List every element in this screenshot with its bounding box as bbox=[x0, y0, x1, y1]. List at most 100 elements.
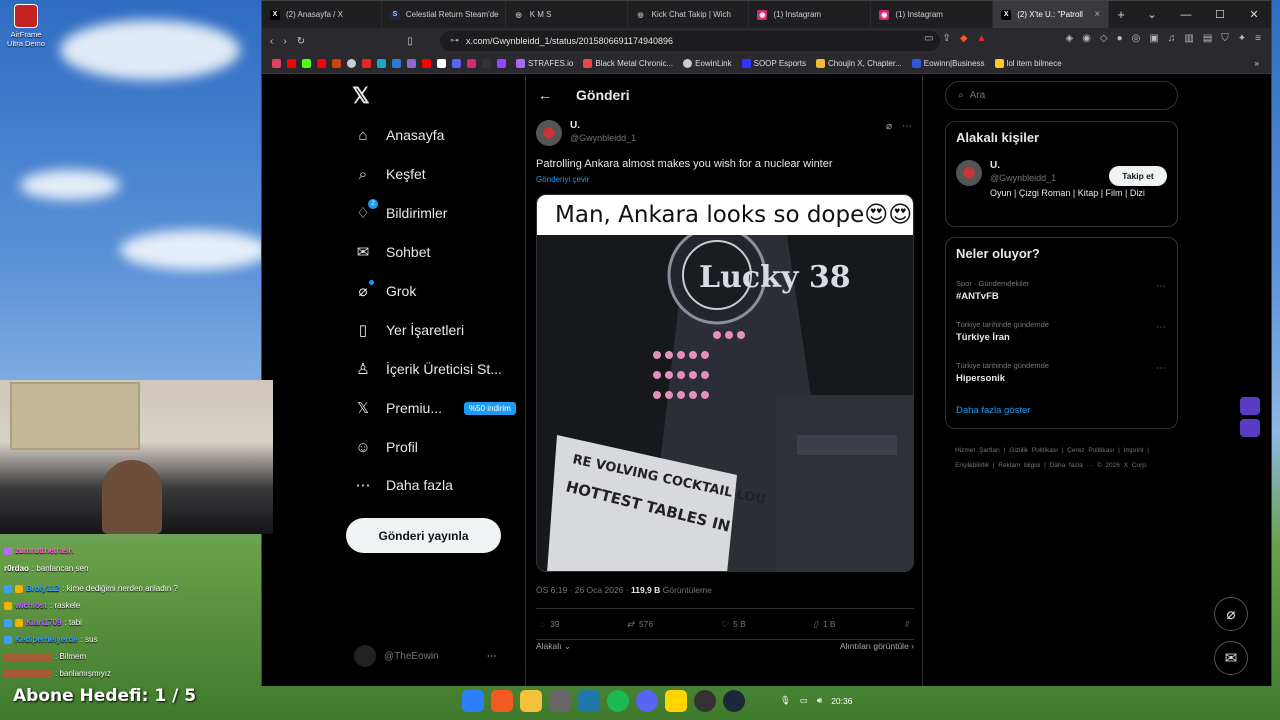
avatar[interactable] bbox=[536, 120, 562, 146]
bookmark-favicon[interactable] bbox=[377, 59, 386, 68]
bookmark-favicon[interactable] bbox=[332, 59, 341, 68]
nav-premium[interactable]: 𝕏 Premiu... %50 indirim bbox=[354, 391, 516, 425]
post-author[interactable]: U. @Gwynbleidd_1 bbox=[536, 120, 636, 146]
bookmark-button[interactable]: ▯ 1 B bbox=[813, 619, 835, 630]
spotify-icon[interactable] bbox=[607, 690, 629, 712]
show-more-link[interactable]: Daha fazla göster bbox=[956, 405, 1030, 416]
leo-icon[interactable]: ✦ bbox=[1238, 33, 1246, 44]
instagram-icon[interactable] bbox=[467, 59, 476, 68]
trend-item[interactable]: Türkiye tarihinde gündemde Hipersonik ⋯ bbox=[956, 361, 1166, 384]
grok-fab-button[interactable]: ⌀ bbox=[1214, 597, 1248, 631]
x-logo-icon[interactable]: 𝕏 bbox=[352, 83, 370, 109]
nav-creator-studio[interactable]: ♙ İçerik Üreticisi St... bbox=[354, 352, 502, 386]
menu-icon[interactable]: ≡ bbox=[1255, 33, 1261, 44]
follow-button[interactable]: Takip et bbox=[1109, 166, 1167, 186]
nav-bookmarks[interactable]: ▯ Yer İşaretleri bbox=[354, 313, 464, 347]
account-switcher[interactable]: @TheEowin ⋯ bbox=[354, 645, 497, 667]
bookmark-item[interactable]: STRAFES.io bbox=[516, 59, 573, 68]
avatar[interactable] bbox=[956, 160, 982, 186]
nav-explore[interactable]: ⌕ Keşfet bbox=[354, 157, 426, 191]
sort-dropdown[interactable]: Alakalı ⌄ bbox=[536, 641, 571, 652]
bookmark-item[interactable]: lol item bilmece bbox=[994, 59, 1062, 68]
extension-icon[interactable]: ▣ bbox=[1149, 33, 1158, 44]
bookmarks-overflow-icon[interactable]: » bbox=[1255, 59, 1259, 68]
youtube-icon[interactable] bbox=[422, 59, 431, 68]
sidebar-icon[interactable]: ▥ bbox=[1184, 33, 1193, 44]
desktop-app-icon[interactable]: AirFrame Ultra Demo bbox=[4, 4, 48, 48]
forward-icon[interactable]: › bbox=[283, 36, 286, 47]
clock[interactable]: 20:36 bbox=[831, 696, 852, 706]
wallet-icon[interactable]: ▤ bbox=[1203, 33, 1212, 44]
bookmark-favicon[interactable] bbox=[362, 59, 371, 68]
tab-x-post[interactable]: X (2) X'te U.: "Patroll × bbox=[993, 1, 1110, 28]
extension-icon[interactable]: ◎ bbox=[1132, 33, 1141, 44]
translate-link[interactable]: Gönderiyi çevir bbox=[536, 175, 589, 184]
vpn-icon[interactable]: ⛉ bbox=[1221, 33, 1229, 44]
nav-profile[interactable]: ☺ Profil bbox=[354, 430, 418, 464]
more-icon[interactable]: ⋯ bbox=[1156, 322, 1166, 333]
extension-icon[interactable]: ◇ bbox=[1100, 33, 1108, 44]
site-info-icon[interactable]: ⊶ bbox=[450, 35, 459, 46]
tab-anasayfa[interactable]: X (2) Anasayfa / X bbox=[262, 1, 382, 28]
volume-icon[interactable]: 🔊︎ bbox=[817, 695, 822, 706]
bookmark-item[interactable]: SOOP Esports bbox=[741, 59, 806, 68]
mic-icon[interactable]: 🎙︎ bbox=[780, 695, 791, 706]
cast-icon[interactable]: ▭ bbox=[924, 33, 933, 44]
brave-icon[interactable] bbox=[491, 690, 513, 712]
globe-icon[interactable] bbox=[347, 59, 356, 68]
reply-button[interactable]: ◌ 39 bbox=[540, 619, 560, 629]
more-icon[interactable]: ⋯ bbox=[902, 121, 912, 132]
trend-item[interactable]: Spor · Gündemdekiler #ANTvFB ⋯ bbox=[956, 279, 1166, 302]
maximize-icon[interactable]: ☐ bbox=[1203, 1, 1237, 28]
nav-chat[interactable]: ✉ Sohbet bbox=[354, 235, 431, 269]
extension-icon[interactable]: ◉ bbox=[1082, 33, 1091, 44]
nav-grok[interactable]: ⌀ Grok bbox=[354, 274, 416, 308]
start-icon[interactable] bbox=[462, 690, 484, 712]
close-window-icon[interactable]: ✕ bbox=[1237, 1, 1271, 28]
grok-icon[interactable]: ⌀ bbox=[886, 121, 892, 132]
search-input[interactable]: ⌕ Ara bbox=[945, 81, 1178, 110]
extension-icon[interactable]: ● bbox=[1117, 33, 1123, 44]
youtube-icon[interactable] bbox=[287, 59, 296, 68]
tab-search-icon[interactable]: ⌄ bbox=[1135, 1, 1169, 28]
kick-icon[interactable] bbox=[302, 59, 311, 68]
repost-button[interactable]: ⇄ 576 bbox=[627, 619, 653, 630]
x-logo-icon[interactable] bbox=[437, 59, 446, 68]
twitch-icon[interactable] bbox=[497, 59, 506, 68]
notes-icon[interactable] bbox=[665, 690, 687, 712]
discord-icon[interactable] bbox=[636, 690, 658, 712]
share-button[interactable]: ⇪ bbox=[903, 619, 910, 630]
messages-fab-button[interactable]: ✉ bbox=[1214, 641, 1248, 675]
new-tab-button[interactable]: + bbox=[1109, 1, 1135, 28]
bookmark-page-icon[interactable]: ▯ bbox=[407, 36, 413, 47]
bookmark-favicon[interactable] bbox=[407, 59, 416, 68]
discord-icon[interactable] bbox=[452, 59, 461, 68]
post-image[interactable]: Man, Ankara looks so dope😍😍 Lucky 38 RE … bbox=[536, 194, 914, 572]
minimize-icon[interactable]: — bbox=[1169, 1, 1203, 28]
tool-icon[interactable] bbox=[549, 690, 571, 712]
url-field[interactable]: ⊶ x.com/Gwynbleidd_1/status/201580669117… bbox=[440, 31, 940, 51]
bookmark-favicon[interactable] bbox=[392, 59, 401, 68]
more-icon[interactable]: ⋯ bbox=[487, 651, 497, 662]
tab-steam[interactable]: S Celestial Return Steam'de bbox=[382, 1, 506, 28]
youtube-icon[interactable] bbox=[317, 59, 326, 68]
extension-icon[interactable]: ◈ bbox=[1065, 33, 1073, 44]
nav-notifications[interactable]: ♢ 2 Bildirimler bbox=[354, 196, 447, 230]
steam-icon[interactable] bbox=[723, 690, 745, 712]
back-icon[interactable]: ‹ bbox=[270, 36, 273, 47]
nav-more[interactable]: ⋯ Daha fazla bbox=[354, 468, 453, 502]
bookmark-item[interactable]: Eowinn|Business bbox=[911, 59, 985, 68]
obs-icon[interactable] bbox=[694, 690, 716, 712]
tab-kick-chat[interactable]: ◎ Kick Chat Takip | Wich bbox=[628, 1, 750, 28]
tab-instagram-2[interactable]: ◉ (1) Instagram bbox=[871, 1, 994, 28]
bookmark-item[interactable]: EowinLink bbox=[683, 59, 732, 68]
back-arrow-icon[interactable]: ← bbox=[538, 87, 552, 103]
bookmark-item[interactable]: Black Metal Chronic... bbox=[583, 59, 673, 68]
like-button[interactable]: ♡ 5 B bbox=[720, 619, 745, 630]
bookmark-favicon[interactable] bbox=[482, 59, 491, 68]
monitor-icon[interactable]: ▭ bbox=[800, 695, 808, 706]
bookmark-favicon[interactable] bbox=[272, 59, 281, 68]
extension-icon[interactable] bbox=[1240, 397, 1260, 415]
more-icon[interactable]: ⋯ bbox=[1156, 363, 1166, 374]
music-icon[interactable]: ♫ bbox=[1168, 33, 1176, 44]
